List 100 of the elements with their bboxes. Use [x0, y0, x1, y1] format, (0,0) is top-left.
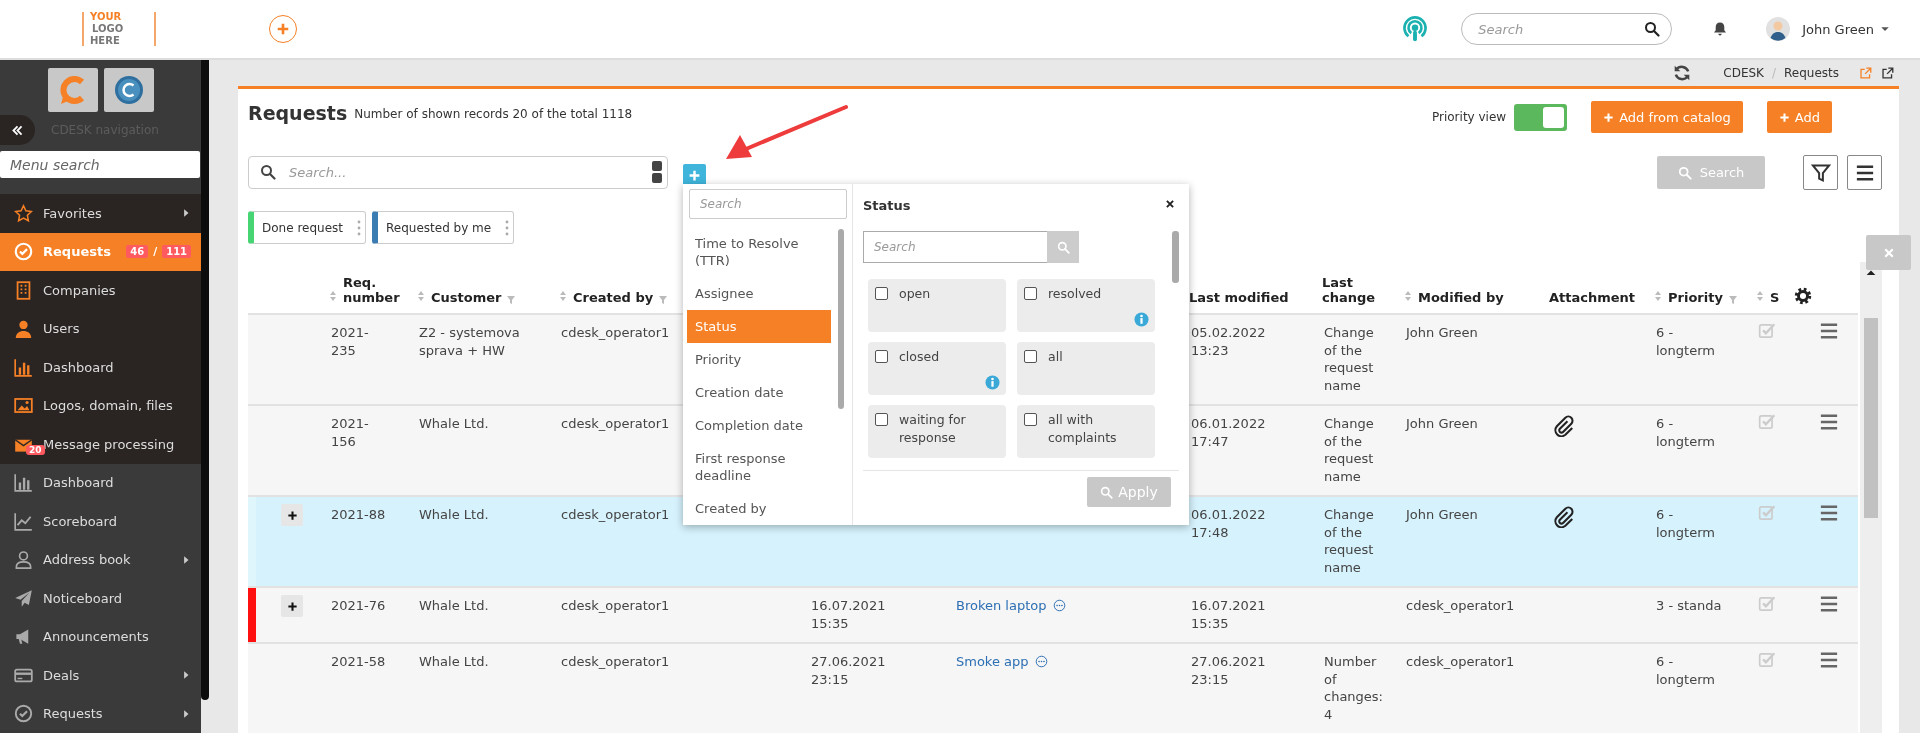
- row-marker[interactable]: [248, 496, 256, 587]
- column-header[interactable]: Modified by: [1418, 290, 1504, 305]
- info-icon[interactable]: [1134, 312, 1149, 327]
- logo[interactable]: YOUR LOGO HERE: [82, 12, 156, 46]
- checkbox[interactable]: [1024, 350, 1037, 363]
- app-logo-tile[interactable]: [104, 68, 154, 112]
- search-button[interactable]: [1047, 231, 1079, 263]
- filter-field-item[interactable]: Time to Resolve (TTR): [687, 227, 831, 277]
- table-cell-text: Change of the request name: [1324, 324, 1375, 394]
- sidebar-item[interactable]: Logos, domain, files: [0, 386, 202, 425]
- status-option[interactable]: all: [1017, 342, 1155, 395]
- person-icon: [14, 319, 33, 339]
- status-option[interactable]: closed: [868, 342, 1006, 395]
- field-search-input[interactable]: Search: [689, 189, 847, 219]
- scrollbar-thumb[interactable]: [1864, 318, 1878, 518]
- table-scrollbar[interactable]: [1860, 262, 1882, 733]
- row-marker[interactable]: [248, 587, 256, 643]
- plus-icon: [688, 169, 701, 182]
- search-field[interactable]: Search...: [248, 156, 668, 189]
- row-marker[interactable]: [248, 405, 256, 496]
- search-mode-icon[interactable]: [652, 161, 662, 183]
- user-name[interactable]: John Green: [1802, 21, 1874, 37]
- value-search-input[interactable]: Search: [863, 231, 1047, 263]
- sidebar-item[interactable]: Scoreboard: [0, 502, 202, 541]
- status-option[interactable]: resolved: [1017, 279, 1155, 332]
- vertical-dots-icon: [357, 219, 361, 236]
- page-title: Requests: [248, 102, 348, 124]
- checkbox[interactable]: [875, 287, 888, 300]
- priority-view-toggle[interactable]: [1514, 103, 1568, 131]
- search-icon: [1056, 240, 1070, 254]
- filter-field-item[interactable]: Priority: [687, 343, 831, 376]
- sidebar-item[interactable]: Dashboard: [0, 463, 202, 502]
- sidebar-item[interactable]: Requests: [0, 694, 202, 733]
- toggle-label: Priority view: [1432, 110, 1507, 124]
- logo-text: LOGO: [92, 23, 124, 35]
- status-option[interactable]: all with complaints: [1017, 405, 1155, 458]
- option-label: open: [899, 285, 931, 303]
- expand-button[interactable]: [281, 595, 303, 617]
- count-separator: /: [153, 245, 158, 259]
- column-header[interactable]: Last change: [1322, 275, 1392, 305]
- checkbox[interactable]: [875, 350, 888, 363]
- filter-field-item[interactable]: Creation date: [687, 376, 831, 409]
- saved-filter-chip[interactable]: Requested by me: [372, 211, 515, 244]
- scrollbar-thumb[interactable]: [838, 229, 844, 409]
- scrollbar-thumb[interactable]: [1172, 231, 1179, 283]
- column-header[interactable]: S: [1770, 290, 1780, 305]
- option-label: waiting for response: [899, 411, 967, 447]
- table-cell-text: Number of changes: 4: [1324, 653, 1384, 723]
- info-icon[interactable]: [985, 375, 1000, 390]
- sidebar-item[interactable]: Address book: [0, 540, 202, 579]
- close-button[interactable]: [1866, 235, 1911, 270]
- filter-field-item[interactable]: Assignee: [687, 277, 831, 310]
- breadcrumb-item[interactable]: CDESK: [1723, 66, 1764, 80]
- record-count: Number of shown records 20 of the total 1118: [354, 107, 633, 121]
- sidebar-item[interactable]: Users: [0, 309, 202, 348]
- table-cell: cdesk_operator1: [1406, 653, 1515, 671]
- checkbox[interactable]: [1024, 287, 1037, 300]
- table-cell-text: 16.07.2021 15:35: [811, 597, 887, 632]
- expand-button[interactable]: [281, 504, 303, 526]
- row-marker[interactable]: [248, 643, 256, 733]
- add-button[interactable]: [269, 15, 297, 43]
- column-header[interactable]: Priority: [1668, 290, 1723, 305]
- menu-button[interactable]: [1847, 155, 1882, 190]
- collapse-button[interactable]: [0, 115, 35, 145]
- saved-filter-chip[interactable]: Done request: [248, 211, 366, 244]
- column-header[interactable]: Last modified: [1189, 290, 1289, 305]
- table-cell-text: 6 - longterm: [1656, 415, 1716, 450]
- filter-field-item[interactable]: Completion date: [687, 409, 831, 442]
- filter-field-item[interactable]: Created by: [687, 492, 831, 525]
- sidebar-item[interactable]: Companies: [0, 271, 202, 310]
- column-header[interactable]: Customer: [431, 290, 502, 305]
- row-marker[interactable]: [248, 314, 256, 405]
- table-cell-text: 6 - longterm: [1656, 324, 1716, 359]
- breadcrumb-item[interactable]: Requests: [1784, 66, 1839, 80]
- filter-button[interactable]: [1803, 155, 1838, 190]
- star-icon: [14, 203, 33, 223]
- panel-title: Status: [863, 198, 911, 213]
- table-cell-text: 05.02.2022 13:23: [1191, 324, 1267, 359]
- column-header[interactable]: Created by: [573, 290, 654, 305]
- menu-search-field[interactable]: Menu search: [0, 151, 200, 178]
- status-option[interactable]: waiting for response: [868, 405, 1006, 458]
- sidebar-item[interactable]: Noticeboard: [0, 579, 202, 618]
- count-badge: 46: [126, 245, 149, 259]
- sidebar-item[interactable]: Dashboard: [0, 348, 202, 387]
- sidebar-item[interactable]: Favorites: [0, 194, 202, 233]
- filter-field-item[interactable]: First response deadline: [687, 442, 831, 492]
- logo-text: YOUR: [90, 11, 122, 23]
- column-header[interactable]: Req. number: [343, 275, 405, 305]
- checkbox[interactable]: [1024, 413, 1037, 426]
- checkbox[interactable]: [875, 413, 888, 426]
- menu-icon: [1818, 594, 1840, 614]
- request-link[interactable]: Smoke app: [956, 654, 1029, 669]
- status-option[interactable]: open: [868, 279, 1006, 332]
- more-options-icon: [1034, 655, 1048, 668]
- request-link[interactable]: Broken laptop: [956, 598, 1047, 613]
- sidebar-item[interactable]: Deals: [0, 656, 202, 695]
- column-header[interactable]: Attachment: [1549, 290, 1636, 305]
- global-search-field[interactable]: Search: [1461, 13, 1673, 45]
- sidebar-item[interactable]: Announcements: [0, 617, 202, 656]
- app-logo-tile[interactable]: [48, 68, 98, 112]
